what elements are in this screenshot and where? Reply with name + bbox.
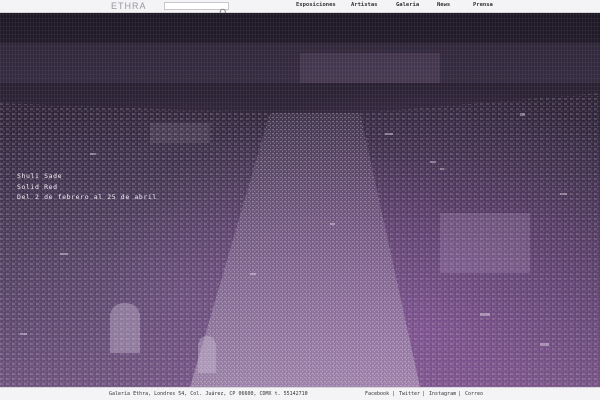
nav-item-exposiciones[interactable]: Exposiciones xyxy=(296,2,336,8)
nav-item-news[interactable]: News xyxy=(437,2,450,8)
nav-item-prensa[interactable]: Prensa xyxy=(473,2,493,8)
footer-link-facebook[interactable]: Facebook xyxy=(365,391,389,397)
caption-dates: Del 2 de febrero al 25 de abril xyxy=(17,193,157,201)
footer-separator: • xyxy=(304,390,308,397)
footer: Galería Ethra, Londres 54, Col. Juárez, … xyxy=(0,387,600,400)
footer-address: Galería Ethra, Londres 54, Col. Juárez, … xyxy=(109,391,308,397)
search-icon[interactable] xyxy=(219,2,228,17)
exhibition-caption[interactable]: Shuli Sade Solid Red Del 2 de febrero al… xyxy=(17,171,157,203)
footer-pipe: | xyxy=(422,391,426,397)
footer-pipe: | xyxy=(392,391,396,397)
site-logo[interactable]: ETHRA xyxy=(111,1,147,11)
footer-link-instagram[interactable]: Instagram xyxy=(429,391,456,397)
top-bar: ETHRA Exposiciones Artistas Galeria News… xyxy=(0,0,600,17)
hero-image: Shuli Sade Solid Red Del 2 de febrero al… xyxy=(0,13,600,387)
caption-artist: Shuli Sade xyxy=(17,172,63,180)
footer-link-correo[interactable]: Correo xyxy=(465,391,483,397)
footer-link-twitter[interactable]: Twitter xyxy=(399,391,420,397)
nav-item-galeria[interactable]: Galeria xyxy=(396,2,419,8)
caption-title: Solid Red xyxy=(17,182,58,191)
page: ETHRA Exposiciones Artistas Galeria News… xyxy=(0,0,600,400)
nav-item-artistas[interactable]: Artistas xyxy=(351,2,378,8)
footer-pipe: | xyxy=(458,391,462,397)
